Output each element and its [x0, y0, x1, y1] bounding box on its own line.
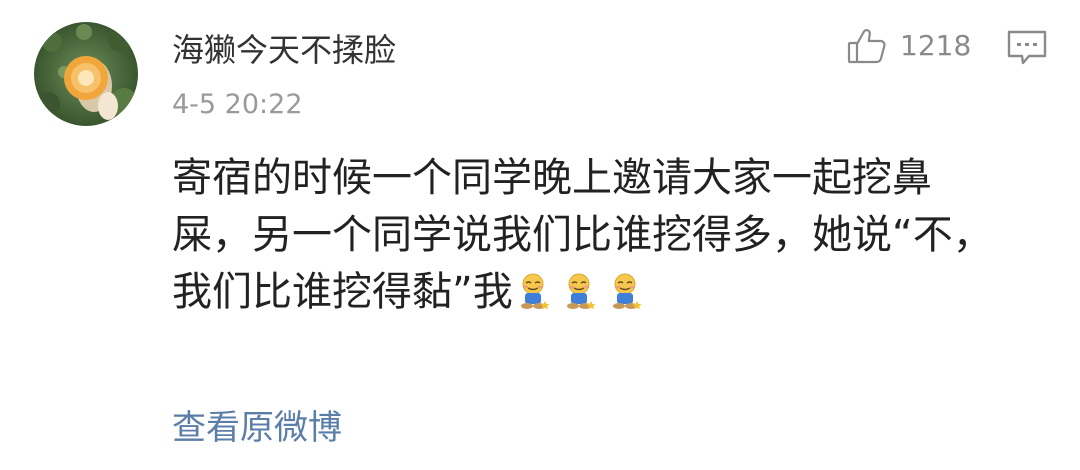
comment-body-line-text: 我们比谁挖得黏”我 — [172, 269, 513, 315]
reply-button[interactable] — [1006, 28, 1048, 68]
comment-card: 海獭今天不揉脸 4-5 20:22 1218 寄宿的时候一个同学晚上邀请大家一起… — [0, 0, 1080, 470]
doge-sitting-emoji — [612, 273, 642, 310]
comment-bubble-icon — [1007, 30, 1047, 65]
comment-body-line: 寄宿的时候一个同学晚上邀请大家一起挖鼻 — [172, 155, 932, 201]
view-original-weibo-link[interactable]: 查看原微博 — [172, 404, 342, 452]
user-avatar[interactable] — [34, 22, 138, 126]
thumbs-up-icon — [847, 28, 886, 64]
doge-sitting-emoji — [520, 273, 550, 310]
comment-body-line-last: 我们比谁挖得黏”我 — [172, 264, 1052, 321]
comment-author[interactable]: 海獭今天不揉脸 — [172, 28, 396, 72]
doge-sitting-emoji — [566, 273, 596, 310]
comment-body: 寄宿的时候一个同学晚上邀请大家一起挖鼻 屎，另一个同学说我们比谁挖得多，她说“不… — [172, 150, 1052, 321]
comment-body-line: 屎，另一个同学说我们比谁挖得多，她说“不， — [172, 212, 993, 258]
like-count: 1218 — [900, 29, 972, 62]
comment-timestamp: 4-5 20:22 — [172, 89, 303, 120]
emoji-group — [513, 269, 643, 315]
like-button[interactable]: 1218 — [846, 24, 971, 68]
